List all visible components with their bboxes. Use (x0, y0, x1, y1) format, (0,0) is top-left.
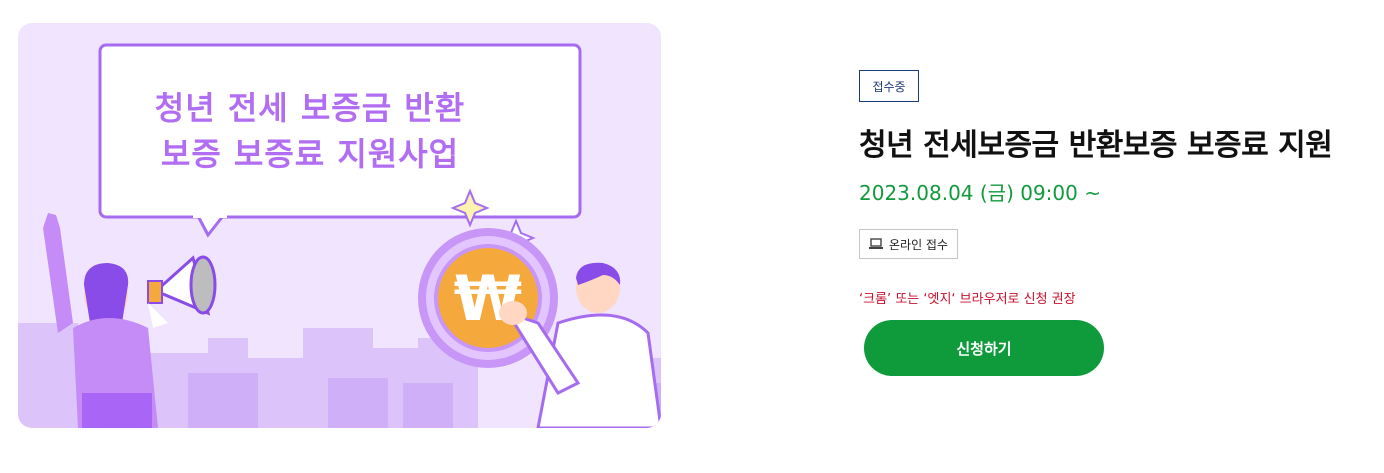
laptop-icon (869, 238, 883, 249)
application-date: 2023.08.04 (금) 09:00 ~ (859, 181, 1101, 205)
application-method-label: 온라인 접수 (889, 237, 949, 252)
browser-notice: ‘크롬’ 또는 ‘엣지‘ 브라우저로 신청 권장 (859, 292, 1076, 307)
status-badge: 접수중 (859, 70, 919, 102)
banner-headline-line2: 보증 보증료 지원사업 (160, 135, 460, 173)
application-method-badge: 온라인 접수 (859, 229, 959, 259)
apply-button[interactable]: 신청하기 (864, 320, 1104, 376)
banner-illustration: ₩ (18, 43, 661, 428)
page-title: 청년 전세보증금 반환보증 보증료 지원 (859, 128, 1333, 163)
banner-headline: 청년 전세 보증금 반환 보증 보증료 지원사업 (100, 85, 520, 177)
banner-image: ₩ 청년 전세 보증금 반환 보증 보증료 지원사업 (18, 23, 661, 428)
banner-headline-line1: 청년 전세 보증금 반환 (154, 89, 466, 127)
